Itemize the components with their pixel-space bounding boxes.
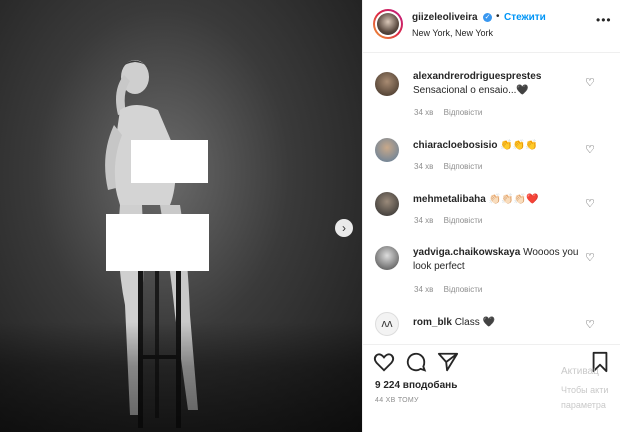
verified-badge-icon: ✓ — [483, 13, 492, 22]
activation-watermark-line: параметра — [561, 400, 606, 410]
logo-icon: ʌʌ — [381, 318, 393, 330]
comment-bubble-icon[interactable] — [405, 351, 427, 373]
commenter-avatar[interactable] — [375, 246, 399, 270]
author-avatar[interactable] — [373, 9, 403, 39]
comment-text: 👏🏻👏🏻👏🏻❤️ — [488, 194, 539, 205]
commenter-username[interactable]: yadviga.chaikowskaya — [413, 247, 520, 258]
reply-button[interactable]: Відповісти — [444, 108, 483, 117]
commenter-username[interactable]: alexandrerodriguesprestes — [413, 71, 541, 82]
separator-dot: • — [496, 11, 500, 22]
commenter-avatar[interactable]: ʌʌ — [375, 312, 399, 336]
activation-watermark-line: Чтобы акти — [561, 385, 609, 395]
activation-watermark-title: Активац — [561, 366, 599, 377]
author-username[interactable]: giizeleoliveira — [412, 12, 478, 23]
comment-text: Class 🖤 — [454, 317, 495, 328]
instagram-post-modal: › giizeleoliveira ✓ • Стежити New York, … — [0, 0, 620, 432]
comments-list: alexandrerodriguesprestes Sensacional o … — [363, 52, 620, 344]
post-timestamp: 44 ХВ ТОМУ — [375, 397, 419, 404]
post-image[interactable]: › — [0, 0, 362, 432]
like-comment-heart-icon[interactable]: ♡ — [585, 318, 595, 331]
comment-text: Sensacional o ensaio...🖤 — [413, 85, 529, 96]
comment-time: 34 хв — [414, 162, 434, 171]
commenter-username[interactable]: rom_blk — [413, 317, 452, 328]
commenter-avatar[interactable] — [375, 192, 399, 216]
like-heart-icon[interactable] — [373, 351, 395, 373]
likes-count[interactable]: 9 224 вподобань — [375, 380, 457, 391]
more-options-icon[interactable]: ••• — [596, 13, 612, 27]
comment-time: 34 хв — [414, 285, 434, 294]
reply-button[interactable]: Відповісти — [444, 285, 483, 294]
censor-box-bottom — [106, 214, 209, 271]
reply-button[interactable]: Відповісти — [444, 162, 483, 171]
comment-text: 👏👏👏 — [500, 140, 538, 151]
like-comment-heart-icon[interactable]: ♡ — [585, 143, 595, 156]
commenter-avatar[interactable] — [375, 138, 399, 162]
floor-shadow — [0, 322, 362, 432]
next-image-button[interactable]: › — [335, 219, 353, 237]
share-send-icon[interactable] — [437, 351, 459, 373]
commenter-username[interactable]: mehmetalibaha — [413, 194, 486, 205]
commenter-avatar[interactable] — [375, 72, 399, 96]
post-header: giizeleoliveira ✓ • Стежити New York, Ne… — [363, 0, 620, 53]
like-comment-heart-icon[interactable]: ♡ — [585, 197, 595, 210]
like-comment-heart-icon[interactable]: ♡ — [585, 76, 595, 89]
reply-button[interactable]: Відповісти — [444, 216, 483, 225]
commenter-username[interactable]: chiaracloebosisio — [413, 140, 497, 151]
comment-time: 34 хв — [414, 216, 434, 225]
chevron-right-icon: › — [342, 221, 346, 235]
censor-box-top — [131, 140, 208, 183]
like-comment-heart-icon[interactable]: ♡ — [585, 251, 595, 264]
avatar-photo — [377, 13, 399, 35]
post-sidebar: giizeleoliveira ✓ • Стежити New York, Ne… — [362, 0, 620, 432]
comment-time: 34 хв — [414, 108, 434, 117]
post-location[interactable]: New York, New York — [412, 28, 493, 38]
follow-button[interactable]: Стежити — [504, 12, 546, 23]
